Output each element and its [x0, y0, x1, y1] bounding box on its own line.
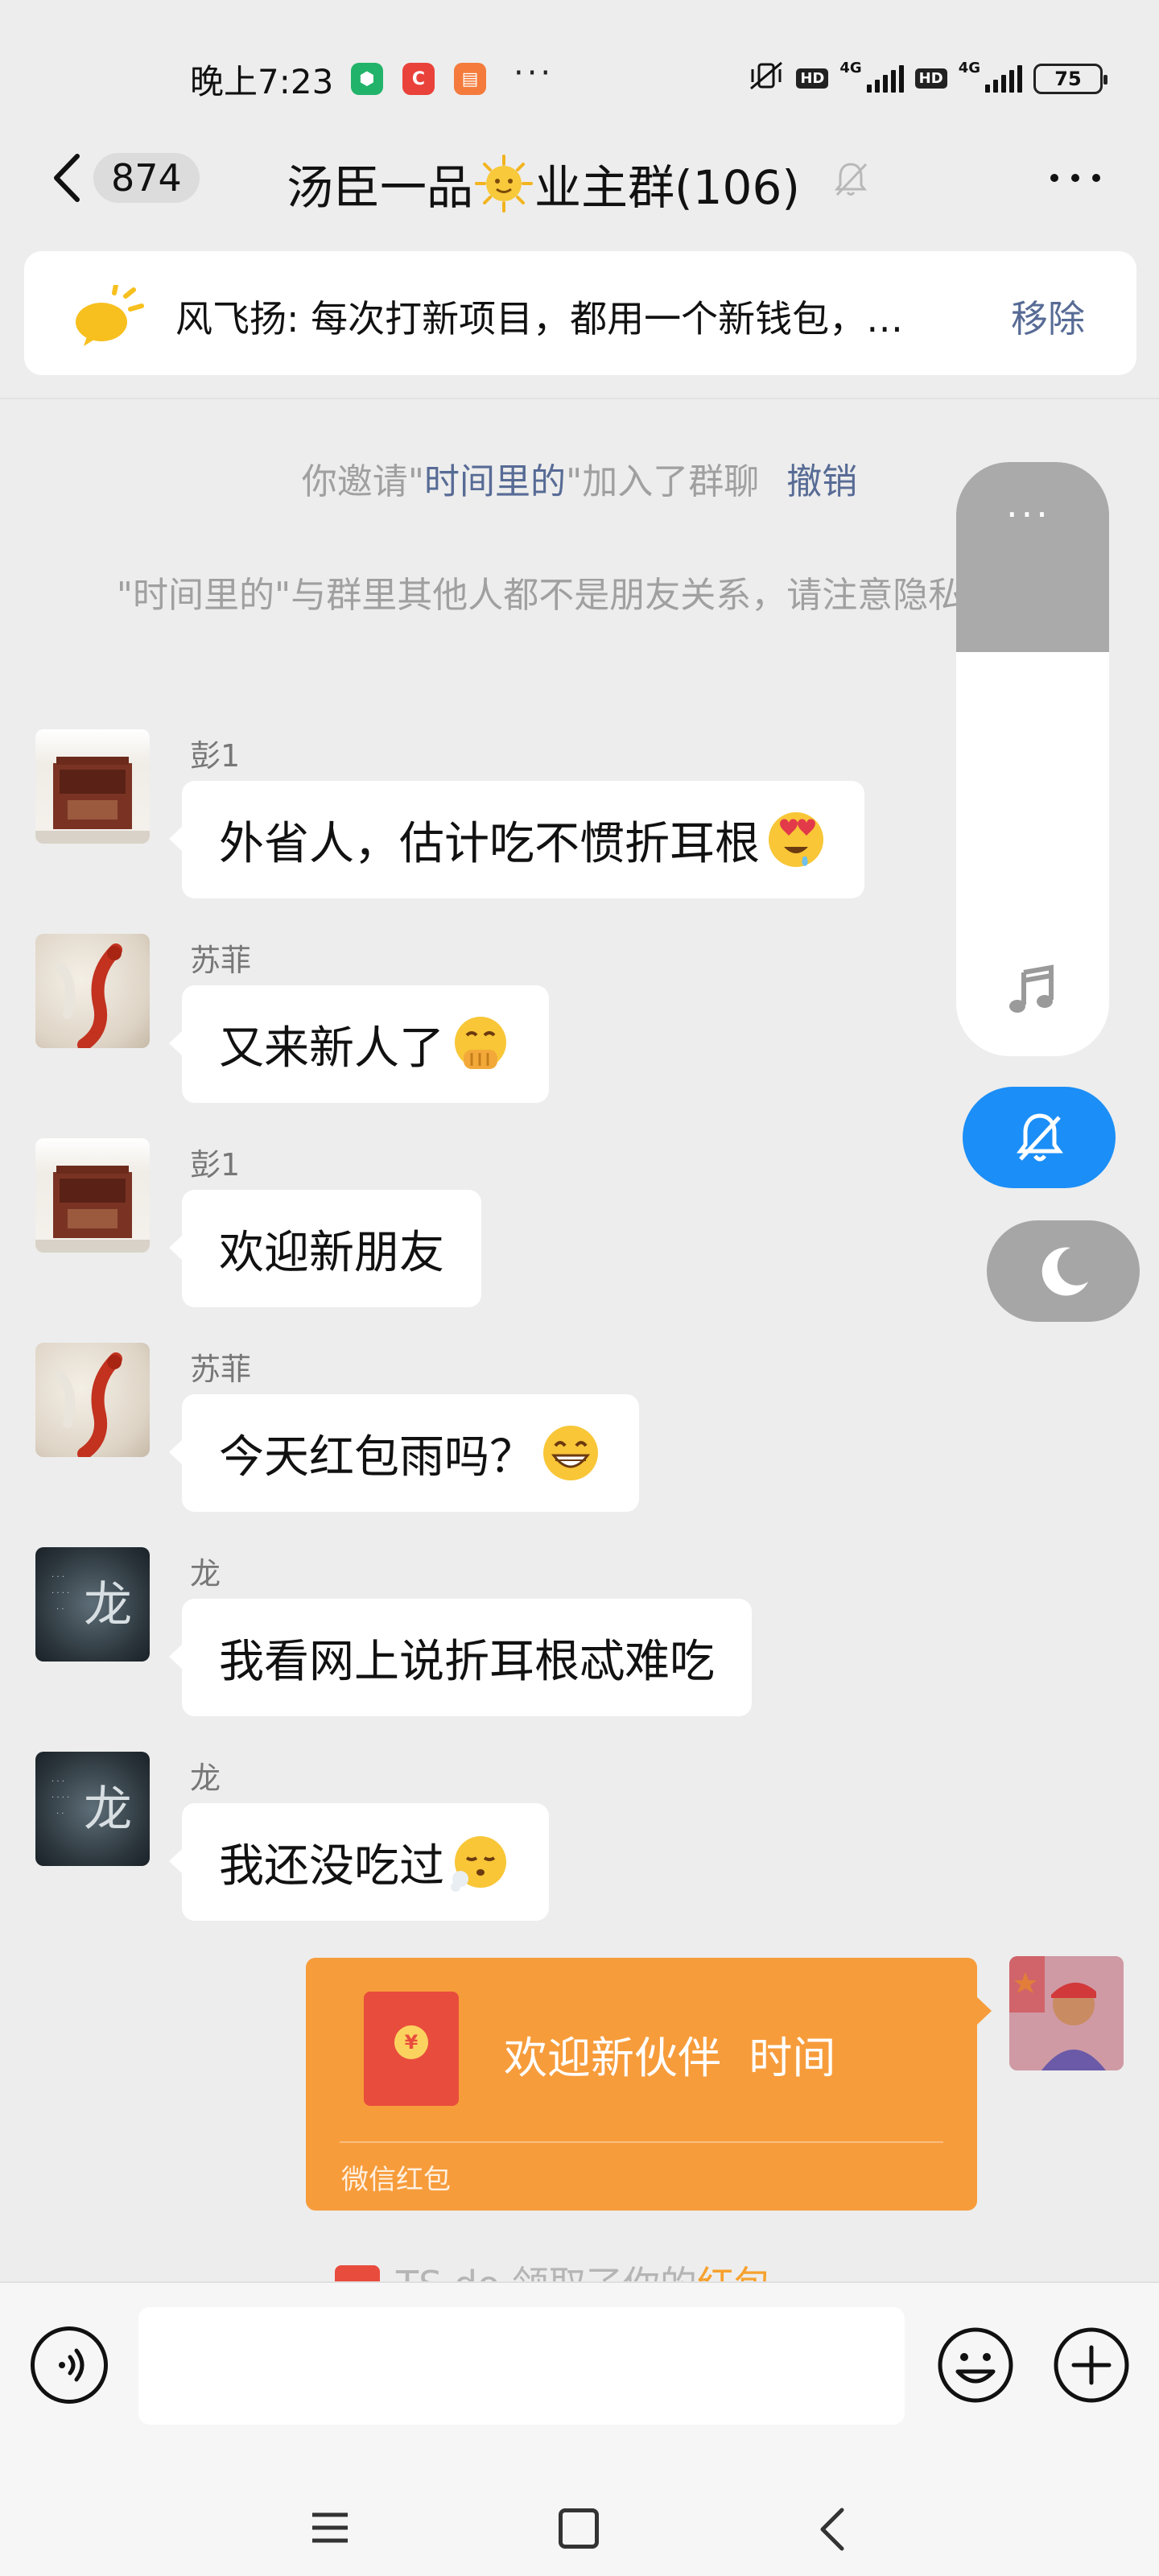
more-notifications-icon: ···	[514, 55, 555, 92]
chevron-left-icon	[54, 154, 80, 202]
volume-level-fill	[956, 462, 1109, 652]
privacy-warning: "时间里的"与群里其他人都不是朋友关系，请注意隐私安全	[116, 575, 1035, 616]
hd-badge: HD	[796, 68, 829, 89]
do-not-disturb-button[interactable]	[987, 1220, 1140, 1322]
sender-name: 彭1	[190, 1147, 241, 1183]
nav-home-button[interactable]	[559, 2508, 599, 2549]
network-type-2: 4G	[958, 60, 980, 76]
red-packet-message[interactable]: ¥ 欢迎新伙伴 时间 微信红包	[306, 1958, 992, 2211]
red-packet-divider	[340, 2141, 943, 2143]
chat-title[interactable]: 汤臣一品 业主群(106)	[287, 150, 800, 217]
red-envelope-coin: ¥	[394, 2025, 428, 2059]
message-input[interactable]	[138, 2307, 905, 2425]
signal-icon	[866, 64, 904, 93]
unread-count-badge[interactable]: 874	[93, 153, 200, 203]
svg-text:龙: 龙	[84, 1781, 132, 1838]
invite-suffix: "加入了群聊	[566, 461, 760, 502]
message-bubble[interactable]: 今天红包雨吗？	[169, 1394, 639, 1512]
sender-name: 苏菲	[190, 1352, 252, 1387]
pinned-announcement[interactable]: 风飞扬: 每次打新项目，都用一个新钱包，… 移除	[24, 251, 1136, 375]
avatar[interactable]	[35, 934, 150, 1048]
invited-user-link[interactable]: 时间里的	[424, 461, 566, 502]
grin-emoji-icon	[543, 1426, 598, 1480]
moon-icon	[1041, 1247, 1088, 1296]
sender-name: 龙	[190, 1556, 221, 1591]
emoji-button[interactable]	[937, 2326, 1014, 2404]
message-bubble[interactable]: 欢迎新朋友	[169, 1190, 481, 1307]
invite-prefix: 你邀请"	[301, 461, 424, 502]
more-options-button[interactable]	[1046, 158, 1104, 198]
heart-eyes-emoji-icon	[769, 812, 823, 867]
back-button[interactable]	[47, 150, 87, 206]
message-text: 外省人，估计吃不惯折耳根	[219, 817, 760, 870]
bell-off-icon	[1017, 1113, 1063, 1162]
undo-invite-link[interactable]: 撤销	[786, 461, 857, 502]
sigh-emoji-icon	[451, 1836, 506, 1892]
svg-text:· · · ·: · · · ·	[52, 1794, 69, 1802]
header-divider	[0, 398, 1159, 399]
chat-input-bar	[0, 2281, 1159, 2576]
avatar[interactable]	[35, 729, 150, 844]
status-bar: 晚上7:23 ⬢ C ▤ ··· HD 4G HD 4G 75	[0, 0, 1159, 153]
more-dots-icon	[1050, 174, 1100, 182]
vibrate-off-icon	[748, 60, 785, 97]
c-app-icon: C	[402, 63, 435, 95]
announcement-icon	[69, 283, 150, 349]
nav-menu-button[interactable]	[309, 2510, 351, 2545]
message-text: 欢迎新朋友	[219, 1226, 444, 1279]
svg-text:· · · ·: · · · ·	[52, 1589, 69, 1598]
voice-input-button[interactable]	[31, 2326, 108, 2404]
chat-title-part2: 业主群(106)	[534, 160, 800, 215]
avatar[interactable]: 龙 · · · · · · · · ·	[35, 1752, 150, 1866]
message-bubble[interactable]: 又来新人了	[169, 985, 549, 1103]
sender-name: 龙	[190, 1761, 221, 1796]
chat-title-part1: 汤臣一品	[287, 160, 474, 215]
avatar[interactable]	[35, 1343, 150, 1457]
red-packet-label: 微信红包	[341, 2164, 451, 2196]
svg-text:· · ·: · · ·	[52, 1777, 64, 1786]
muted-bell-icon	[831, 159, 871, 200]
voice-wave-icon	[59, 2348, 85, 2382]
volume-more-icon[interactable]: ···	[1006, 496, 1051, 533]
message-text: 我看网上说折耳根忒难吃	[219, 1635, 715, 1688]
battery-icon: 75	[1033, 63, 1107, 94]
svg-text:· ·: · ·	[56, 1605, 64, 1614]
sender-name: 彭1	[190, 738, 241, 774]
message-bubble[interactable]: 我看网上说折耳根忒难吃	[169, 1599, 752, 1716]
network-type: 4G	[839, 60, 862, 76]
nav-back-button[interactable]	[816, 2505, 848, 2553]
shop-app-icon: ▤	[454, 63, 486, 95]
more-actions-button[interactable]	[1053, 2326, 1130, 2404]
hd-badge-2: HD	[914, 68, 947, 89]
nav-back-icon	[820, 2508, 844, 2551]
status-right-icons: HD 4G HD 4G 75	[748, 60, 1107, 97]
volume-slider-panel[interactable]: ···	[956, 462, 1109, 1056]
red-packet-title: 欢迎新伙伴 时间	[504, 2033, 836, 2083]
signal-icon-2	[985, 64, 1022, 93]
status-time: 晚上7:23	[190, 62, 334, 101]
svg-text:· · ·: · · ·	[52, 1573, 64, 1582]
message-text: 今天红包雨吗？	[219, 1430, 534, 1484]
my-avatar[interactable]	[1009, 1956, 1124, 2070]
music-note-icon	[1006, 963, 1061, 1018]
svg-text:龙: 龙	[84, 1577, 132, 1633]
shield-app-icon: ⬢	[351, 63, 383, 95]
message-text: 我还没吃过	[219, 1839, 444, 1893]
avatar[interactable]	[35, 1138, 150, 1253]
avatar[interactable]: 龙 · · · · · · · · ·	[35, 1547, 150, 1662]
sun-emoji-icon	[475, 155, 534, 213]
smiley-icon	[938, 2327, 1013, 2403]
message-bubble[interactable]: 我还没吃过	[169, 1803, 549, 1921]
sender-name: 苏菲	[190, 943, 252, 978]
silent-mode-button[interactable]	[963, 1087, 1116, 1188]
hamburger-icon	[312, 2512, 348, 2543]
plus-circle-icon	[1054, 2327, 1129, 2403]
message-bubble[interactable]: 外省人，估计吃不惯折耳根	[169, 781, 864, 898]
red-envelope-icon: ¥	[364, 1992, 459, 2106]
svg-text:· ·: · ·	[56, 1810, 64, 1818]
hand-over-mouth-emoji-icon	[455, 1017, 506, 1069]
pinned-text: 风飞扬: 每次打新项目，都用一个新钱包，…	[175, 297, 904, 341]
pinned-remove-button[interactable]: 移除	[1011, 290, 1085, 343]
message-text: 又来新人了	[219, 1022, 444, 1075]
